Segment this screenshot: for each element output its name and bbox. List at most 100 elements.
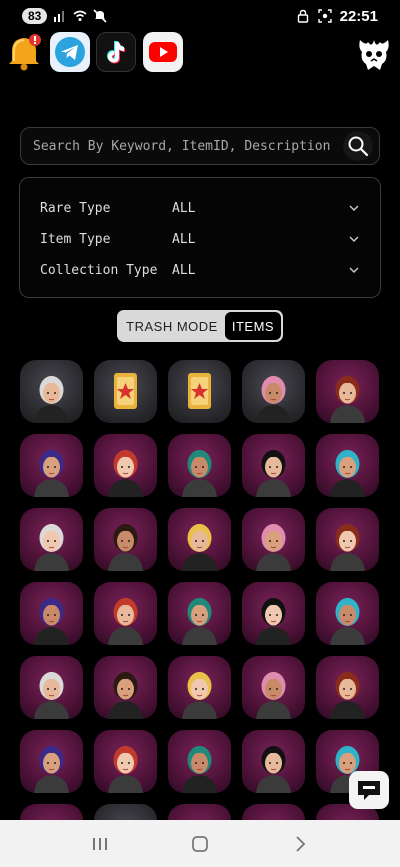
filter-value: ALL	[172, 262, 196, 278]
telegram-icon	[55, 37, 85, 67]
item-tile-avatar[interactable]	[94, 434, 157, 497]
chevron-down-icon	[349, 267, 359, 273]
status-left: 83	[22, 8, 107, 24]
item-tile-avatar[interactable]	[20, 360, 83, 423]
item-tile-avatar[interactable]	[20, 434, 83, 497]
character-avatar-icon	[330, 672, 365, 719]
character-avatar-icon	[182, 450, 217, 497]
item-tile-voucher[interactable]	[94, 360, 157, 423]
character-avatar-icon	[108, 598, 143, 645]
screen-record-icon	[317, 9, 332, 23]
lock-icon	[297, 9, 308, 23]
voucher-icon	[114, 373, 137, 409]
item-tile-avatar[interactable]	[20, 730, 83, 793]
character-avatar-icon	[256, 524, 291, 571]
item-tile-avatar[interactable]	[242, 434, 305, 497]
character-avatar-icon	[34, 672, 69, 719]
character-avatar-icon	[256, 598, 291, 645]
item-tile-avatar[interactable]	[242, 508, 305, 571]
floating-chat-button[interactable]	[349, 771, 389, 809]
filter-value: ALL	[172, 200, 196, 216]
filter-value: ALL	[172, 231, 196, 247]
wifi-icon	[73, 10, 87, 21]
character-avatar-icon	[256, 376, 291, 423]
youtube-button[interactable]	[143, 32, 183, 72]
search-input[interactable]	[21, 138, 331, 154]
brand-logo	[359, 40, 389, 70]
character-avatar-icon	[34, 598, 69, 645]
notification-bell-button[interactable]	[4, 32, 44, 72]
item-tile-voucher[interactable]	[168, 360, 231, 423]
item-tile-avatar[interactable]	[316, 656, 379, 719]
status-bar: 83 22:51	[0, 0, 400, 32]
chat-icon	[358, 781, 380, 800]
trash-mode-option[interactable]: TRASH MODE	[119, 319, 225, 334]
home-button[interactable]	[185, 829, 215, 859]
character-avatar-icon	[34, 746, 69, 793]
recents-button[interactable]	[85, 829, 115, 859]
character-avatar-icon	[330, 524, 365, 571]
item-tile-avatar[interactable]	[20, 582, 83, 645]
item-tile-avatar[interactable]	[316, 508, 379, 571]
item-tile-avatar[interactable]	[242, 582, 305, 645]
item-tile-avatar[interactable]	[94, 730, 157, 793]
filter-label: Item Type	[40, 231, 111, 247]
search-button[interactable]	[343, 131, 373, 161]
filter-rare-type[interactable]: Rare Type ALL	[40, 198, 360, 218]
back-button[interactable]	[285, 829, 315, 859]
bell-icon	[9, 34, 41, 71]
filter-panel: Rare Type ALL Item Type ALL Collection T…	[19, 177, 381, 298]
character-avatar-icon	[34, 376, 69, 423]
character-avatar-icon	[256, 746, 291, 793]
status-right: 22:51	[296, 8, 378, 25]
tiktok-icon	[107, 41, 125, 64]
home-icon	[192, 835, 208, 852]
character-avatar-icon	[108, 746, 143, 793]
filter-item-type[interactable]: Item Type ALL	[40, 229, 360, 249]
clock: 22:51	[339, 7, 378, 25]
chevron-down-icon	[349, 236, 359, 242]
filter-collection-type[interactable]: Collection Type ALL	[40, 260, 360, 280]
item-tile-avatar[interactable]	[20, 656, 83, 719]
character-avatar-icon	[256, 450, 291, 497]
item-tile-avatar[interactable]	[242, 730, 305, 793]
items-option[interactable]: ITEMS	[225, 312, 281, 340]
character-avatar-icon	[108, 672, 143, 719]
character-avatar-icon	[182, 746, 217, 793]
telegram-button[interactable]	[50, 32, 90, 72]
system-nav-bar	[0, 820, 400, 867]
signal-icon	[54, 11, 65, 22]
youtube-icon	[149, 42, 177, 62]
battery-level: 83	[22, 8, 48, 24]
item-tile-avatar[interactable]	[316, 582, 379, 645]
chevron-down-icon	[349, 205, 359, 211]
item-tile-avatar[interactable]	[168, 656, 231, 719]
character-avatar-icon	[182, 672, 217, 719]
item-tile-avatar[interactable]	[316, 434, 379, 497]
search-icon	[348, 136, 369, 157]
character-avatar-icon	[330, 450, 365, 497]
item-tile-avatar[interactable]	[94, 656, 157, 719]
mode-toggle: TRASH MODE ITEMS	[117, 310, 283, 342]
tiktok-button[interactable]	[96, 32, 136, 72]
item-tile-avatar[interactable]	[242, 360, 305, 423]
item-tile-avatar[interactable]	[168, 582, 231, 645]
item-tile-avatar[interactable]	[316, 360, 379, 423]
app-shortcut-row	[0, 32, 400, 76]
character-avatar-icon	[256, 672, 291, 719]
character-avatar-icon	[330, 376, 365, 423]
character-avatar-icon	[34, 450, 69, 497]
item-tile-avatar[interactable]	[168, 434, 231, 497]
mute-icon	[93, 9, 107, 23]
recents-icon	[93, 837, 107, 850]
character-avatar-icon	[108, 524, 143, 571]
character-avatar-icon	[182, 598, 217, 645]
item-tile-avatar[interactable]	[242, 656, 305, 719]
item-tile-avatar[interactable]	[168, 508, 231, 571]
voucher-icon	[188, 373, 211, 409]
item-tile-avatar[interactable]	[168, 730, 231, 793]
character-avatar-icon	[108, 450, 143, 497]
item-tile-avatar[interactable]	[94, 582, 157, 645]
item-tile-avatar[interactable]	[94, 508, 157, 571]
item-tile-avatar[interactable]	[20, 508, 83, 571]
